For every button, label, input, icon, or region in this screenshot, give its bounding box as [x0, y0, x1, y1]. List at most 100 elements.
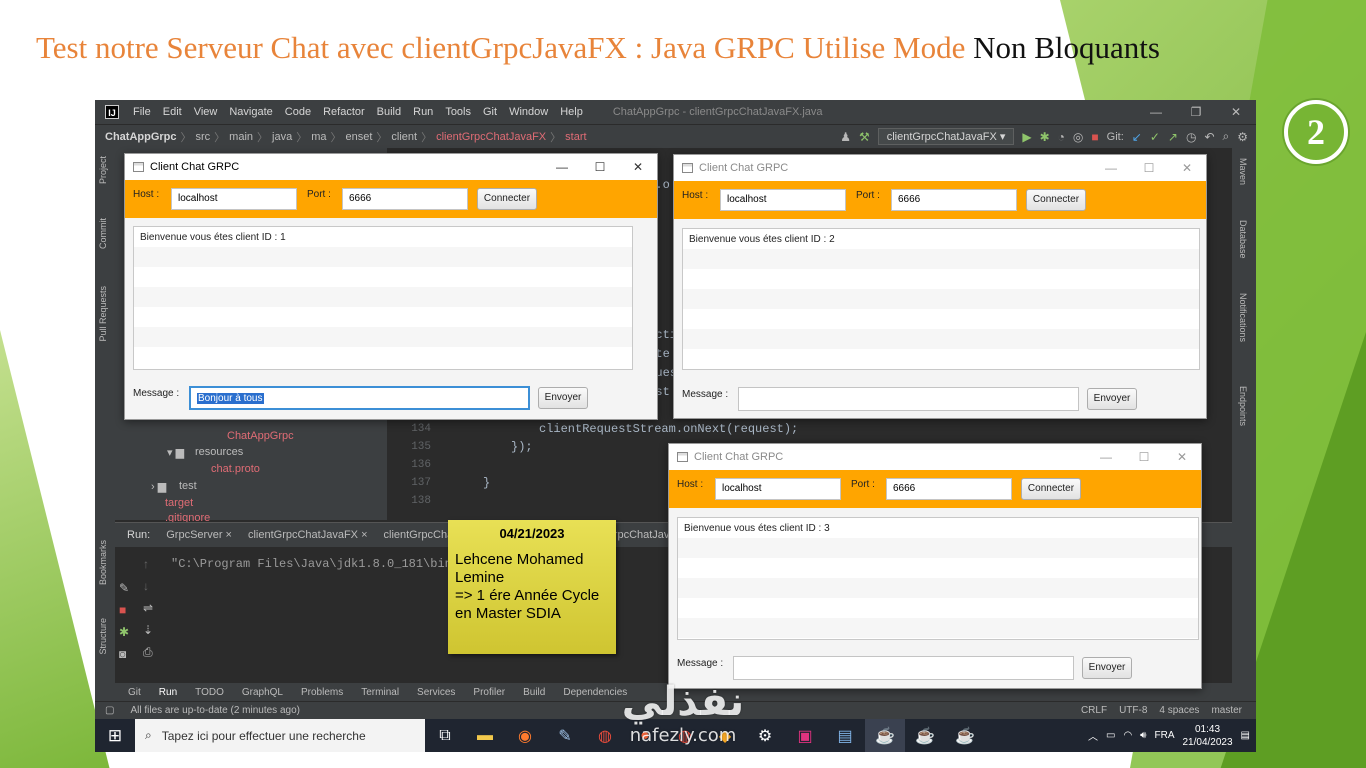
- breadcrumb-java[interactable]: java: [272, 131, 292, 143]
- panel-toggle-icon[interactable]: ▢: [105, 705, 114, 716]
- tab-structure[interactable]: Structure: [98, 618, 108, 655]
- run-tab-grpcserver[interactable]: GrpcServer ×: [158, 529, 240, 541]
- menu-view[interactable]: View: [188, 106, 224, 118]
- rerun-icon[interactable]: ↑: [143, 557, 149, 571]
- host-input[interactable]: localhost: [171, 188, 297, 210]
- tree-item[interactable]: resources: [195, 446, 243, 458]
- port-input[interactable]: 6666: [886, 478, 1012, 500]
- run-icon[interactable]: ▶: [1022, 130, 1031, 144]
- language-indicator[interactable]: FRA: [1154, 730, 1174, 741]
- menu-run[interactable]: Run: [407, 106, 439, 118]
- tab-pull-requests[interactable]: Pull Requests: [98, 286, 108, 342]
- minimize-icon[interactable]: —: [543, 160, 581, 174]
- line-separator[interactable]: CRLF: [1081, 705, 1107, 716]
- tree-item[interactable]: ChatAppGrpc: [227, 430, 294, 442]
- minimize-icon[interactable]: —: [1092, 161, 1130, 175]
- git-update-icon[interactable]: ↙: [1132, 130, 1142, 144]
- connect-button[interactable]: Connecter: [1021, 478, 1081, 500]
- maximize-icon[interactable]: ☐: [581, 160, 619, 174]
- tree-item[interactable]: test: [179, 480, 197, 492]
- tab-project[interactable]: Project: [98, 156, 108, 184]
- menu-navigate[interactable]: Navigate: [223, 106, 278, 118]
- tool-problems[interactable]: Problems: [292, 687, 352, 698]
- intellij-icon[interactable]: ▣: [785, 719, 825, 752]
- chat-message-list[interactable]: Bienvenue vous étes client ID : 3: [677, 517, 1199, 640]
- soft-wrap-icon[interactable]: ⇌: [143, 601, 153, 615]
- send-button[interactable]: Envoyer: [1082, 657, 1132, 679]
- firefox-icon[interactable]: ◉: [505, 719, 545, 752]
- tree-item[interactable]: target: [165, 497, 193, 509]
- connect-button[interactable]: Connecter: [477, 188, 537, 210]
- breadcrumb-ma[interactable]: ma: [311, 131, 326, 143]
- gear-icon[interactable]: ⚙: [1237, 130, 1248, 144]
- chat-message-list[interactable]: Bienvenue vous étes client ID : 1: [133, 226, 633, 370]
- menu-git[interactable]: Git: [477, 106, 503, 118]
- java-app-icon[interactable]: ☕: [945, 719, 985, 752]
- port-input[interactable]: 6666: [891, 189, 1017, 211]
- close-icon[interactable]: ✕: [619, 160, 657, 174]
- volume-icon[interactable]: 🔊︎: [1140, 730, 1146, 741]
- maximize-icon[interactable]: ☐: [1125, 450, 1163, 464]
- tab-bookmarks[interactable]: Bookmarks: [98, 540, 108, 585]
- tab-endpoints[interactable]: Endpoints: [1238, 386, 1248, 426]
- menu-build[interactable]: Build: [371, 106, 407, 118]
- port-input[interactable]: 6666: [342, 188, 468, 210]
- profile-icon[interactable]: ◎: [1073, 130, 1083, 144]
- tool-git[interactable]: Git: [119, 687, 150, 698]
- rollback-icon[interactable]: ↶: [1204, 130, 1214, 144]
- tab-notifications[interactable]: Notifications: [1238, 293, 1248, 342]
- menu-window[interactable]: Window: [503, 106, 554, 118]
- restore-icon[interactable]: ❐: [1176, 105, 1216, 119]
- scroll-to-end-icon[interactable]: ⇣: [143, 623, 153, 637]
- send-button[interactable]: Envoyer: [538, 387, 588, 409]
- close-icon[interactable]: ✕: [1216, 105, 1256, 119]
- close-icon[interactable]: ✕: [1168, 161, 1206, 175]
- coverage-icon[interactable]: ◔: [1058, 130, 1065, 144]
- java-app-icon[interactable]: ☕: [865, 719, 905, 752]
- notepad-icon[interactable]: ▤: [825, 719, 865, 752]
- breadcrumb-enset[interactable]: enset: [345, 131, 372, 143]
- tab-database[interactable]: Database: [1238, 220, 1248, 259]
- git-commit-icon[interactable]: ✓: [1150, 130, 1160, 144]
- stop-icon[interactable]: ■: [1091, 130, 1098, 144]
- menu-help[interactable]: Help: [554, 106, 589, 118]
- maximize-icon[interactable]: ☐: [1130, 161, 1168, 175]
- wrench-icon[interactable]: ✎: [119, 581, 129, 595]
- breadcrumb-class[interactable]: clientGrpcChatJavaFX: [436, 131, 546, 143]
- history-icon[interactable]: ◷: [1186, 130, 1196, 144]
- menu-tools[interactable]: Tools: [439, 106, 477, 118]
- app-icon[interactable]: ✎: [545, 719, 585, 752]
- menu-refactor[interactable]: Refactor: [317, 106, 371, 118]
- tool-todo[interactable]: TODO: [186, 687, 233, 698]
- tool-build[interactable]: Build: [514, 687, 554, 698]
- taskbar-clock[interactable]: 01:43 21/04/2023: [1182, 723, 1232, 749]
- print-icon[interactable]: ⎙: [143, 645, 153, 660]
- stop-icon[interactable]: ■: [119, 603, 126, 617]
- battery-icon[interactable]: ▭: [1106, 730, 1115, 741]
- message-input[interactable]: [733, 656, 1074, 680]
- git-branch[interactable]: master: [1211, 705, 1242, 716]
- tool-profiler[interactable]: Profiler: [464, 687, 514, 698]
- camera-icon[interactable]: ◙: [119, 647, 126, 661]
- tool-services[interactable]: Services: [408, 687, 464, 698]
- debug-icon[interactable]: ✱: [119, 625, 129, 639]
- tab-maven[interactable]: Maven: [1238, 158, 1248, 185]
- host-input[interactable]: localhost: [715, 478, 841, 500]
- tool-run[interactable]: Run: [150, 687, 186, 698]
- tool-terminal[interactable]: Terminal: [352, 687, 408, 698]
- breadcrumb-client[interactable]: client: [391, 131, 417, 143]
- search-icon[interactable]: ⌕: [1223, 129, 1230, 144]
- windows-start-icon[interactable]: ⊞: [95, 726, 135, 746]
- tree-item[interactable]: chat.proto: [211, 463, 260, 475]
- taskbar-search[interactable]: ⌕ Tapez ici pour effectuer une recherche: [135, 719, 425, 752]
- indent-setting[interactable]: 4 spaces: [1159, 705, 1199, 716]
- close-icon[interactable]: ✕: [1163, 450, 1201, 464]
- breadcrumb-method[interactable]: start: [565, 131, 586, 143]
- tab-commit[interactable]: Commit: [98, 218, 108, 249]
- debug-icon[interactable]: ✱: [1040, 130, 1050, 144]
- breadcrumb-project[interactable]: ChatAppGrpc: [105, 131, 177, 143]
- message-input[interactable]: [738, 387, 1079, 411]
- minimize-icon[interactable]: —: [1136, 105, 1176, 119]
- chat-message-list[interactable]: Bienvenue vous étes client ID : 2: [682, 228, 1200, 370]
- run-configuration-select[interactable]: clientGrpcChatJavaFX ▾: [877, 128, 1015, 145]
